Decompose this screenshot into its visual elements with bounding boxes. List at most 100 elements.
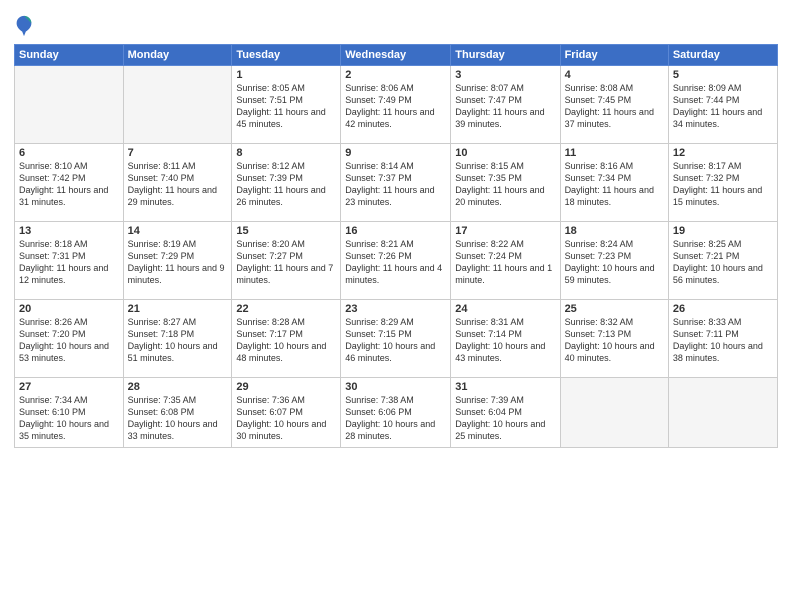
day-number: 24 bbox=[455, 303, 555, 315]
day-info: Sunrise: 8:22 AM Sunset: 7:24 PM Dayligh… bbox=[455, 238, 555, 287]
day-number: 17 bbox=[455, 225, 555, 237]
day-info: Sunrise: 8:26 AM Sunset: 7:20 PM Dayligh… bbox=[19, 316, 119, 365]
day-info: Sunrise: 8:17 AM Sunset: 7:32 PM Dayligh… bbox=[673, 160, 773, 209]
day-number: 3 bbox=[455, 69, 555, 81]
calendar-cell bbox=[123, 66, 232, 144]
day-number: 13 bbox=[19, 225, 119, 237]
day-info: Sunrise: 8:07 AM Sunset: 7:47 PM Dayligh… bbox=[455, 82, 555, 131]
day-info: Sunrise: 8:05 AM Sunset: 7:51 PM Dayligh… bbox=[236, 82, 336, 131]
calendar-cell: 22Sunrise: 8:28 AM Sunset: 7:17 PM Dayli… bbox=[232, 300, 341, 378]
calendar-cell: 25Sunrise: 8:32 AM Sunset: 7:13 PM Dayli… bbox=[560, 300, 668, 378]
day-info: Sunrise: 8:14 AM Sunset: 7:37 PM Dayligh… bbox=[345, 160, 446, 209]
calendar-cell: 12Sunrise: 8:17 AM Sunset: 7:32 PM Dayli… bbox=[668, 144, 777, 222]
logo bbox=[14, 14, 38, 38]
day-number: 11 bbox=[565, 147, 664, 159]
week-row-4: 20Sunrise: 8:26 AM Sunset: 7:20 PM Dayli… bbox=[15, 300, 778, 378]
day-info: Sunrise: 8:16 AM Sunset: 7:34 PM Dayligh… bbox=[565, 160, 664, 209]
calendar-cell: 15Sunrise: 8:20 AM Sunset: 7:27 PM Dayli… bbox=[232, 222, 341, 300]
calendar-cell: 11Sunrise: 8:16 AM Sunset: 7:34 PM Dayli… bbox=[560, 144, 668, 222]
calendar-cell: 16Sunrise: 8:21 AM Sunset: 7:26 PM Dayli… bbox=[341, 222, 451, 300]
day-number: 4 bbox=[565, 69, 664, 81]
day-info: Sunrise: 8:18 AM Sunset: 7:31 PM Dayligh… bbox=[19, 238, 119, 287]
day-number: 1 bbox=[236, 69, 336, 81]
calendar-cell: 7Sunrise: 8:11 AM Sunset: 7:40 PM Daylig… bbox=[123, 144, 232, 222]
weekday-header-monday: Monday bbox=[123, 45, 232, 66]
calendar-cell bbox=[15, 66, 124, 144]
day-info: Sunrise: 8:08 AM Sunset: 7:45 PM Dayligh… bbox=[565, 82, 664, 131]
day-info: Sunrise: 8:21 AM Sunset: 7:26 PM Dayligh… bbox=[345, 238, 446, 287]
calendar-cell: 4Sunrise: 8:08 AM Sunset: 7:45 PM Daylig… bbox=[560, 66, 668, 144]
calendar-cell: 8Sunrise: 8:12 AM Sunset: 7:39 PM Daylig… bbox=[232, 144, 341, 222]
day-number: 7 bbox=[128, 147, 228, 159]
day-info: Sunrise: 8:25 AM Sunset: 7:21 PM Dayligh… bbox=[673, 238, 773, 287]
weekday-header-tuesday: Tuesday bbox=[232, 45, 341, 66]
header bbox=[14, 10, 778, 38]
calendar-cell: 9Sunrise: 8:14 AM Sunset: 7:37 PM Daylig… bbox=[341, 144, 451, 222]
day-number: 20 bbox=[19, 303, 119, 315]
day-info: Sunrise: 8:27 AM Sunset: 7:18 PM Dayligh… bbox=[128, 316, 228, 365]
weekday-header-row: SundayMondayTuesdayWednesdayThursdayFrid… bbox=[15, 45, 778, 66]
weekday-header-friday: Friday bbox=[560, 45, 668, 66]
day-number: 31 bbox=[455, 381, 555, 393]
calendar-cell: 19Sunrise: 8:25 AM Sunset: 7:21 PM Dayli… bbox=[668, 222, 777, 300]
weekday-header-saturday: Saturday bbox=[668, 45, 777, 66]
day-number: 22 bbox=[236, 303, 336, 315]
day-number: 18 bbox=[565, 225, 664, 237]
calendar-cell: 1Sunrise: 8:05 AM Sunset: 7:51 PM Daylig… bbox=[232, 66, 341, 144]
calendar-cell: 30Sunrise: 7:38 AM Sunset: 6:06 PM Dayli… bbox=[341, 378, 451, 448]
day-info: Sunrise: 8:33 AM Sunset: 7:11 PM Dayligh… bbox=[673, 316, 773, 365]
calendar-cell: 3Sunrise: 8:07 AM Sunset: 7:47 PM Daylig… bbox=[451, 66, 560, 144]
day-info: Sunrise: 7:36 AM Sunset: 6:07 PM Dayligh… bbox=[236, 394, 336, 443]
day-number: 19 bbox=[673, 225, 773, 237]
calendar-cell: 29Sunrise: 7:36 AM Sunset: 6:07 PM Dayli… bbox=[232, 378, 341, 448]
day-info: Sunrise: 8:10 AM Sunset: 7:42 PM Dayligh… bbox=[19, 160, 119, 209]
day-number: 9 bbox=[345, 147, 446, 159]
day-number: 12 bbox=[673, 147, 773, 159]
day-info: Sunrise: 8:09 AM Sunset: 7:44 PM Dayligh… bbox=[673, 82, 773, 131]
day-info: Sunrise: 8:29 AM Sunset: 7:15 PM Dayligh… bbox=[345, 316, 446, 365]
day-info: Sunrise: 8:19 AM Sunset: 7:29 PM Dayligh… bbox=[128, 238, 228, 287]
day-number: 15 bbox=[236, 225, 336, 237]
calendar-cell: 18Sunrise: 8:24 AM Sunset: 7:23 PM Dayli… bbox=[560, 222, 668, 300]
page: SundayMondayTuesdayWednesdayThursdayFrid… bbox=[0, 0, 792, 612]
day-number: 5 bbox=[673, 69, 773, 81]
day-number: 29 bbox=[236, 381, 336, 393]
weekday-header-sunday: Sunday bbox=[15, 45, 124, 66]
calendar-cell bbox=[668, 378, 777, 448]
calendar-cell: 10Sunrise: 8:15 AM Sunset: 7:35 PM Dayli… bbox=[451, 144, 560, 222]
day-info: Sunrise: 8:24 AM Sunset: 7:23 PM Dayligh… bbox=[565, 238, 664, 287]
day-info: Sunrise: 8:32 AM Sunset: 7:13 PM Dayligh… bbox=[565, 316, 664, 365]
day-number: 27 bbox=[19, 381, 119, 393]
day-info: Sunrise: 8:20 AM Sunset: 7:27 PM Dayligh… bbox=[236, 238, 336, 287]
week-row-2: 6Sunrise: 8:10 AM Sunset: 7:42 PM Daylig… bbox=[15, 144, 778, 222]
calendar-cell: 21Sunrise: 8:27 AM Sunset: 7:18 PM Dayli… bbox=[123, 300, 232, 378]
calendar-cell bbox=[560, 378, 668, 448]
day-number: 6 bbox=[19, 147, 119, 159]
day-number: 8 bbox=[236, 147, 336, 159]
day-info: Sunrise: 8:11 AM Sunset: 7:40 PM Dayligh… bbox=[128, 160, 228, 209]
calendar-cell: 26Sunrise: 8:33 AM Sunset: 7:11 PM Dayli… bbox=[668, 300, 777, 378]
day-info: Sunrise: 7:35 AM Sunset: 6:08 PM Dayligh… bbox=[128, 394, 228, 443]
day-number: 28 bbox=[128, 381, 228, 393]
calendar-cell: 31Sunrise: 7:39 AM Sunset: 6:04 PM Dayli… bbox=[451, 378, 560, 448]
day-number: 2 bbox=[345, 69, 446, 81]
day-info: Sunrise: 7:39 AM Sunset: 6:04 PM Dayligh… bbox=[455, 394, 555, 443]
calendar-cell: 6Sunrise: 8:10 AM Sunset: 7:42 PM Daylig… bbox=[15, 144, 124, 222]
week-row-1: 1Sunrise: 8:05 AM Sunset: 7:51 PM Daylig… bbox=[15, 66, 778, 144]
day-info: Sunrise: 7:34 AM Sunset: 6:10 PM Dayligh… bbox=[19, 394, 119, 443]
day-number: 10 bbox=[455, 147, 555, 159]
day-info: Sunrise: 8:06 AM Sunset: 7:49 PM Dayligh… bbox=[345, 82, 446, 131]
weekday-header-thursday: Thursday bbox=[451, 45, 560, 66]
logo-icon bbox=[14, 14, 34, 38]
calendar-cell: 17Sunrise: 8:22 AM Sunset: 7:24 PM Dayli… bbox=[451, 222, 560, 300]
calendar-cell: 24Sunrise: 8:31 AM Sunset: 7:14 PM Dayli… bbox=[451, 300, 560, 378]
calendar-table: SundayMondayTuesdayWednesdayThursdayFrid… bbox=[14, 44, 778, 448]
day-info: Sunrise: 8:28 AM Sunset: 7:17 PM Dayligh… bbox=[236, 316, 336, 365]
day-number: 23 bbox=[345, 303, 446, 315]
weekday-header-wednesday: Wednesday bbox=[341, 45, 451, 66]
calendar-cell: 20Sunrise: 8:26 AM Sunset: 7:20 PM Dayli… bbox=[15, 300, 124, 378]
calendar-cell: 14Sunrise: 8:19 AM Sunset: 7:29 PM Dayli… bbox=[123, 222, 232, 300]
week-row-3: 13Sunrise: 8:18 AM Sunset: 7:31 PM Dayli… bbox=[15, 222, 778, 300]
day-number: 21 bbox=[128, 303, 228, 315]
day-info: Sunrise: 8:15 AM Sunset: 7:35 PM Dayligh… bbox=[455, 160, 555, 209]
